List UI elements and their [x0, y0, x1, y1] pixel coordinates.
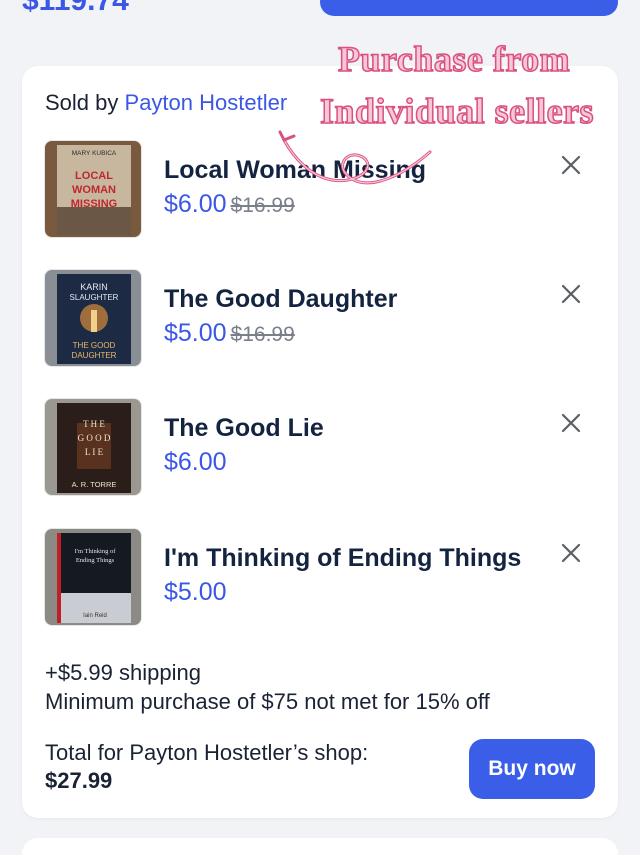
seller-name-link[interactable]: Payton Hostetler	[125, 90, 288, 115]
sold-by-label: Sold by	[45, 90, 119, 115]
book-cover-image: I'm Thinking of Ending Things Iain Reid	[57, 533, 131, 623]
svg-text:MISSING: MISSING	[71, 198, 117, 210]
shop-total-label: Total for Payton Hostetler’s shop:	[45, 740, 369, 765]
svg-text:I'm Thinking of: I'm Thinking of	[75, 548, 117, 555]
book-cover-image: MARY KUBICA LOCAL WOMAN MISSING	[57, 145, 131, 235]
cover-author: A. R. TORRE	[72, 480, 117, 489]
cart-item: T H E G O O D L I E A. R. TORRE The Good…	[44, 398, 604, 498]
item-original-price: $16.99	[230, 323, 295, 346]
book-thumbnail[interactable]: KARIN SLAUGHTER THE GOOD DAUGHTER	[44, 269, 142, 367]
shipping-cost: +$5.99 shipping	[45, 660, 201, 685]
buy-now-button[interactable]: Buy now	[469, 739, 595, 799]
svg-text:WOMAN: WOMAN	[72, 184, 116, 196]
item-price: $6.00	[164, 190, 227, 218]
item-title[interactable]: The Good Daughter	[164, 285, 397, 314]
svg-text:KARIN: KARIN	[80, 282, 108, 292]
shop-total-value: $27.99	[45, 768, 113, 793]
cover-author: Iain Reid	[83, 613, 107, 619]
svg-text:THE GOOD: THE GOOD	[73, 341, 116, 350]
previous-buy-button[interactable]	[320, 0, 618, 16]
annotation-line-1: Purchase from	[337, 38, 571, 80]
cover-author: MARY KUBICA	[72, 150, 117, 157]
item-price-row: $5.00	[164, 578, 227, 607]
discount-note: Minimum purchase of $75 not met for 15% …	[45, 689, 490, 714]
item-price: $5.00	[164, 578, 227, 606]
item-price: $6.00	[164, 448, 227, 476]
item-price-row: $6.00	[164, 448, 227, 477]
svg-text:G O O D: G O O D	[78, 433, 111, 443]
remove-item-close-icon[interactable]	[558, 281, 584, 307]
remove-item-close-icon[interactable]	[558, 410, 584, 436]
svg-text:T H E: T H E	[83, 419, 105, 429]
svg-text:LOCAL: LOCAL	[75, 170, 113, 182]
shipping-info: +$5.99 shipping Minimum purchase of $75 …	[45, 658, 490, 716]
previous-total-price: $119.74	[22, 0, 129, 17]
svg-text:Ending Things: Ending Things	[76, 557, 115, 564]
svg-text:SLAUGHTER: SLAUGHTER	[70, 293, 119, 302]
item-price-row: $5.00 $16.99	[164, 319, 295, 348]
book-thumbnail[interactable]: T H E G O O D L I E A. R. TORRE	[44, 398, 142, 496]
remove-item-close-icon[interactable]	[558, 540, 584, 566]
book-thumbnail[interactable]: I'm Thinking of Ending Things Iain Reid	[44, 528, 142, 626]
cart-item: KARIN SLAUGHTER THE GOOD DAUGHTER The Go…	[44, 269, 604, 369]
remove-item-close-icon[interactable]	[558, 152, 584, 178]
item-price: $5.00	[164, 319, 227, 347]
book-cover-image: T H E G O O D L I E A. R. TORRE	[57, 403, 131, 493]
cart-item: I'm Thinking of Ending Things Iain Reid …	[44, 528, 604, 628]
item-title[interactable]: The Good Lie	[164, 414, 324, 443]
book-cover-image: KARIN SLAUGHTER THE GOOD DAUGHTER	[57, 274, 131, 364]
next-seller-card	[22, 838, 618, 855]
book-thumbnail[interactable]: MARY KUBICA LOCAL WOMAN MISSING	[44, 140, 142, 238]
annotation-arrow-icon	[278, 130, 432, 185]
svg-text:DAUGHTER: DAUGHTER	[72, 351, 117, 360]
item-title[interactable]: I'm Thinking of Ending Things	[164, 544, 521, 573]
sold-by-line: Sold by Payton Hostetler	[45, 90, 287, 116]
svg-text:L I E: L I E	[85, 447, 104, 457]
